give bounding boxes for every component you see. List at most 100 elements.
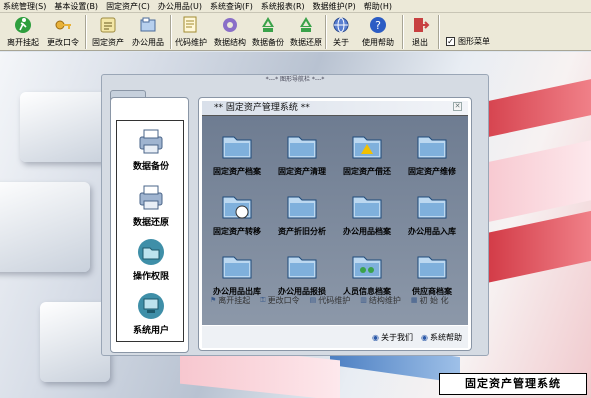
close-icon[interactable]: ✕ <box>453 102 462 111</box>
link-code-maintenance[interactable]: ▤ 代码维护 <box>310 295 351 306</box>
exit-button[interactable]: 退出 <box>406 13 434 51</box>
folder-icon <box>352 196 382 219</box>
link-label: 代码维护 <box>318 295 351 305</box>
folder-icon <box>222 256 252 279</box>
data-structure-label: 数据结构 <box>214 38 246 47</box>
folder-icon <box>352 136 382 159</box>
data-backup-button[interactable]: 数据备份 <box>248 13 288 51</box>
link-leave-suspend[interactable]: ⚑ 离开挂起 <box>210 295 250 306</box>
toolbar: 离开挂起 更改口令 固定资产 办公用品 代码维护 数据结构 数据备份 数据还原 … <box>0 13 591 51</box>
folder-icon <box>222 136 252 159</box>
module-supplies-out[interactable]: 办公用品出库 <box>204 248 270 297</box>
quick-links: ⚑ 离开挂起 ⚿ 更改口令 ▤ 代码维护 ▥ 结构维护 ▦ 初 始 化 <box>202 294 468 306</box>
module-asset-transfer[interactable]: 固定资产转移 <box>204 188 270 237</box>
graphic-menu-checkbox[interactable]: ✓ 图形菜单 <box>446 36 490 47</box>
link-structure-maintenance[interactable]: ▥ 结构维护 <box>360 295 401 306</box>
data-restore-label: 数据还原 <box>290 38 322 47</box>
left-item-label: 操作权限 <box>132 272 169 282</box>
module-asset-cleanup[interactable]: 固定资产清理 <box>269 128 335 177</box>
help-icon: ◉ <box>421 332 428 342</box>
about-us-link[interactable]: ◉ 关于我们 <box>372 332 413 343</box>
runner-icon: ⚑ <box>210 296 217 304</box>
module-supplies-loss[interactable]: 办公用品报损 <box>269 248 335 297</box>
right-panel-header: ** 固定资产管理系统 ** ✕ <box>202 101 468 115</box>
module-label: 固定资产转移 <box>213 227 261 236</box>
link-label: 结构维护 <box>368 295 401 305</box>
user-help-button[interactable]: ? 使用帮助 <box>358 13 398 51</box>
change-password-button[interactable]: 更改口令 <box>44 13 82 51</box>
supplies-icon <box>140 17 156 32</box>
toolbar-separator <box>85 15 87 49</box>
background-key <box>0 182 90 272</box>
background-red-band <box>486 210 591 284</box>
module-label: 办公用品入库 <box>408 227 456 236</box>
app-name-label: 固定资产管理系统 <box>439 373 587 395</box>
office-supplies-label: 办公用品 <box>132 38 164 47</box>
printer-icon <box>139 185 163 210</box>
link-initialize[interactable]: ▦ 初 始 化 <box>411 295 449 306</box>
module-label: 固定资产维修 <box>408 167 456 176</box>
left-item-data-restore[interactable]: 数据还原 <box>117 183 185 228</box>
module-suppliers[interactable]: 供应商档案 <box>399 248 465 297</box>
module-label: 固定资产借还 <box>343 167 391 176</box>
data-structure-button[interactable]: 数据结构 <box>210 13 250 51</box>
menu-system[interactable]: 系统管理(S) <box>3 0 46 13</box>
menu-data-maintenance[interactable]: 数据维护(P) <box>313 0 356 13</box>
right-panel-title: ** 固定资产管理系统 ** <box>214 103 310 113</box>
key-icon: ⚿ <box>260 295 266 304</box>
module-supplies-in[interactable]: 办公用品入库 <box>399 188 465 237</box>
left-item-permissions[interactable]: 操作权限 <box>117 237 185 282</box>
key-icon <box>55 20 71 30</box>
checkbox-box[interactable]: ✓ <box>446 37 455 46</box>
leave-suspend-button[interactable]: 离开挂起 <box>4 13 42 51</box>
exit-label: 退出 <box>412 38 428 47</box>
menu-help[interactable]: 帮助(H) <box>364 0 392 13</box>
system-help-link[interactable]: ◉ 系统帮助 <box>421 332 462 343</box>
fixed-assets-button[interactable]: 固定资产 <box>88 13 128 51</box>
folder-icon <box>352 256 382 279</box>
left-item-label: 数据备份 <box>132 162 169 172</box>
module-asset-repair[interactable]: 固定资产维修 <box>399 128 465 177</box>
user-help-label: 使用帮助 <box>362 38 394 47</box>
asset-icon <box>100 17 116 33</box>
folder-icon <box>417 256 447 279</box>
code-maintenance-button[interactable]: 代码维护 <box>172 13 210 51</box>
module-label: 资产折旧分析 <box>278 227 326 236</box>
folder-icon <box>222 196 252 219</box>
gear-icon <box>223 18 237 32</box>
toolbar-separator <box>325 15 327 49</box>
module-asset-records[interactable]: 固定资产档案 <box>204 128 270 177</box>
toolbar-separator <box>402 15 404 49</box>
link-change-password[interactable]: ⚿ 更改口令 <box>260 295 299 306</box>
code-icon <box>183 16 197 33</box>
left-panel-list: 数据备份 数据还原 操作权限 系统用户 <box>116 120 184 342</box>
menu-reports[interactable]: 系统报表(R) <box>261 0 305 13</box>
background-key <box>20 92 110 162</box>
left-item-system-users[interactable]: 系统用户 <box>117 291 185 336</box>
data-restore-button[interactable]: 数据还原 <box>286 13 326 51</box>
module-personnel[interactable]: 人员信息档案 <box>334 248 400 297</box>
link-label: 离开挂起 <box>218 295 251 305</box>
folder-icon <box>287 136 317 159</box>
menu-office-supplies[interactable]: 办公用品(U) <box>158 0 202 13</box>
left-item-data-backup[interactable]: 数据备份 <box>117 127 185 172</box>
menu-query[interactable]: 系统查询(F) <box>210 0 253 13</box>
folder-icon <box>287 196 317 219</box>
recycle-icon <box>300 17 312 32</box>
module-asset-borrow[interactable]: 固定资产借还 <box>334 128 400 177</box>
help-icon: ? <box>370 17 386 33</box>
module-label: 固定资产档案 <box>213 167 261 176</box>
computer-icon <box>138 293 164 319</box>
init-icon: ▦ <box>410 296 418 304</box>
folder-icon <box>417 136 447 159</box>
info-icon: ◉ <box>372 332 380 342</box>
left-panel: 数据备份 数据还原 操作权限 系统用户 <box>110 97 189 353</box>
module-depreciation[interactable]: 资产折旧分析 <box>269 188 335 237</box>
code-icon: ▤ <box>309 296 317 304</box>
module-supplies-records[interactable]: 办公用品档案 <box>334 188 400 237</box>
about-button[interactable]: 关于 <box>328 13 354 51</box>
menu-basic-settings[interactable]: 基本设置(B) <box>54 0 98 13</box>
office-supplies-button[interactable]: 办公用品 <box>128 13 168 51</box>
menu-fixed-assets[interactable]: 固定资产(C) <box>106 0 150 13</box>
link-label: 更改口令 <box>267 295 300 305</box>
